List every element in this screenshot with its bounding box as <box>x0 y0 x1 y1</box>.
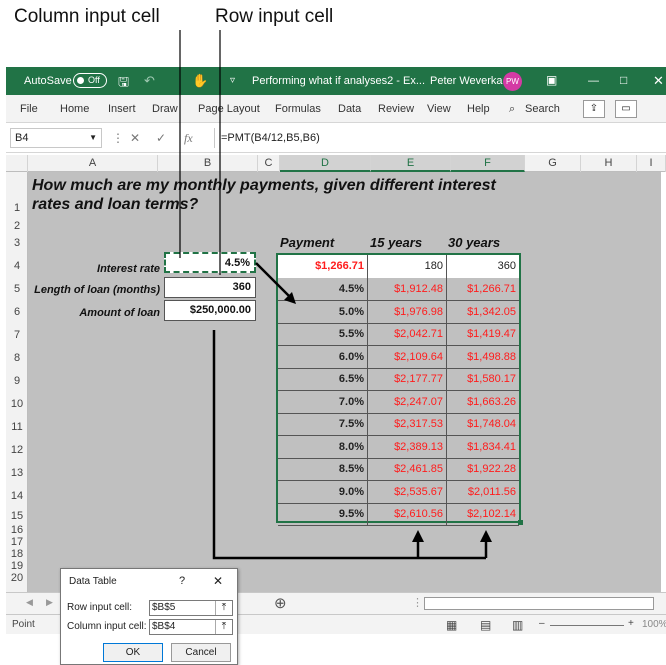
splitter-icon[interactable]: ⋮ <box>412 596 423 609</box>
page-break-view-icon[interactable]: ▥ <box>512 618 523 632</box>
status-mode: Point <box>12 619 35 630</box>
cancel-button[interactable]: Cancel <box>171 643 231 662</box>
zoom-slider[interactable] <box>550 625 624 626</box>
ok-button[interactable]: OK <box>103 643 163 662</box>
column-input-field[interactable]: $B$4 ⤒ <box>149 619 233 635</box>
column-input-label: Column input cell: <box>67 621 147 632</box>
zoom-out-icon[interactable]: – <box>539 618 545 629</box>
data-table-dialog: Data Table ? ✕ Row input cell: $B$5 ⤒ Co… <box>60 568 238 665</box>
normal-view-icon[interactable]: ▦ <box>446 618 457 632</box>
zoom-in-icon[interactable]: + <box>628 618 634 629</box>
page-layout-view-icon[interactable]: ▤ <box>480 618 491 632</box>
row-input-field[interactable]: $B$5 ⤒ <box>149 600 233 616</box>
arrowhead <box>412 530 424 542</box>
scroll-right-icon[interactable]: ▶ <box>46 597 53 608</box>
connector-line <box>212 330 486 560</box>
horizontal-scrollbar[interactable] <box>424 597 654 610</box>
zoom-level[interactable]: 100% <box>642 619 666 630</box>
add-sheet-icon[interactable]: ⊕ <box>274 594 287 612</box>
scroll-left-icon[interactable]: ◀ <box>26 597 33 608</box>
row-input-label: Row input cell: <box>67 602 133 613</box>
row-input-value: $B$5 <box>152 602 176 613</box>
help-icon[interactable]: ? <box>179 575 185 587</box>
callout-leaders <box>179 30 221 275</box>
arrowhead <box>480 530 492 542</box>
dialog-close-icon[interactable]: ✕ <box>213 574 223 588</box>
collapse-dialog-icon[interactable]: ⤒ <box>215 601 232 615</box>
column-input-value: $B$4 <box>152 621 176 632</box>
collapse-dialog-icon[interactable]: ⤒ <box>215 620 232 634</box>
dialog-title: Data Table <box>69 576 117 587</box>
